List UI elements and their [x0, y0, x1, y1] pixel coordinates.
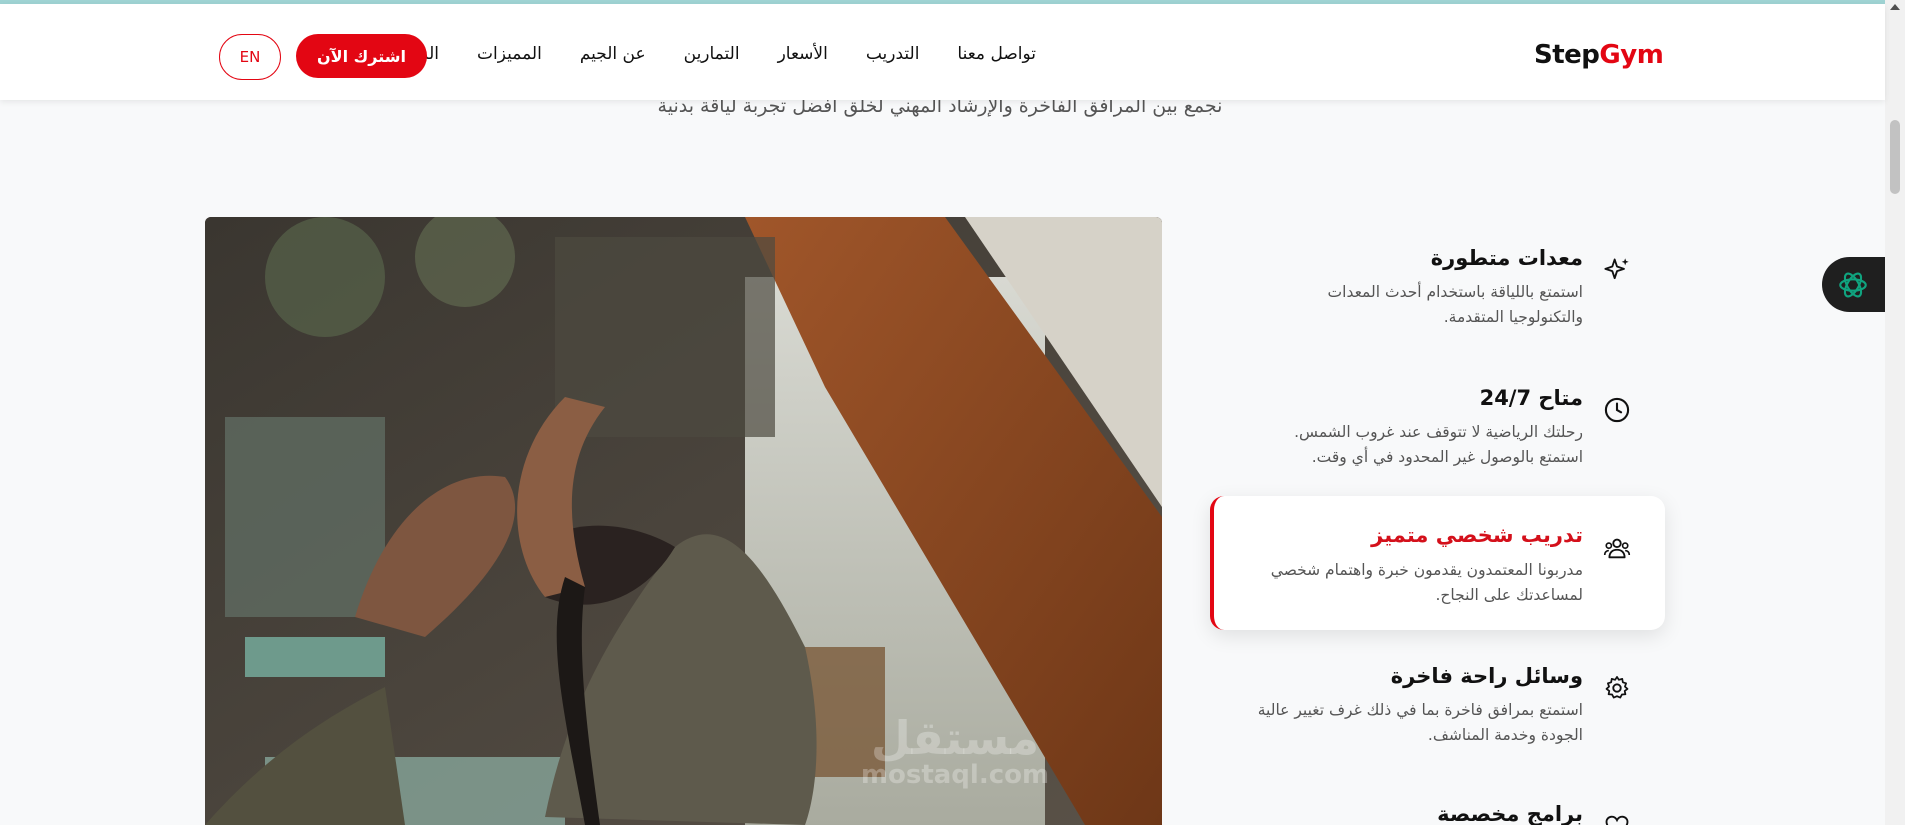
feature-desc: استمتع باللياقة باستخدام أحدث المعدات وا…	[1327, 283, 1583, 326]
feature-title: وسائل راحة فاخرة	[1390, 664, 1583, 688]
feature-item-custom-programs[interactable]: برامج مخصصة	[1210, 790, 1665, 825]
feature-desc: مدربونا المعتمدون يقدمون خبرة واهتمام شخ…	[1270, 561, 1583, 604]
nav-item-training[interactable]: التدريب	[866, 44, 920, 64]
site-header: StepGym الرئيسية المميزات عن الجيم التما…	[0, 4, 1885, 100]
page-scrollbar[interactable]	[1885, 0, 1905, 825]
chat-assistant-button[interactable]	[1822, 257, 1885, 312]
feature-title: متاح 24/7	[1479, 386, 1583, 410]
main-nav: الرئيسية المميزات عن الجيم التمارين الأس…	[380, 44, 1036, 64]
feature-item-24-7[interactable]: متاح 24/7 رحلتك الرياضية لا تتوقف عند غر…	[1210, 370, 1665, 480]
feature-item-personal-training[interactable]: تدريب شخصي متميز مدربونا المعتمدون يقدمو…	[1210, 496, 1665, 630]
feature-title: تدريب شخصي متميز	[1371, 523, 1583, 547]
users-icon	[1603, 538, 1631, 559]
scrollbar-thumb[interactable]	[1890, 120, 1900, 194]
openai-icon	[1839, 272, 1867, 297]
watermark-lat: mostaql.com	[860, 760, 1050, 790]
heart-icon	[1605, 815, 1629, 825]
feature-title: معدات متطورة	[1430, 246, 1583, 270]
gear-icon	[1605, 676, 1629, 699]
nav-item-exercises[interactable]: التمارين	[684, 44, 740, 64]
mostaql-watermark: مستقل mostaql.com	[845, 715, 1065, 790]
logo-gym-text: Gym	[1599, 40, 1664, 70]
logo[interactable]: StepGym	[1534, 40, 1664, 70]
feature-desc: استمتع بمرافق فاخرة بما في ذلك غرف تغيير…	[1257, 701, 1583, 744]
scroll-up-arrow-icon[interactable]	[1890, 4, 1900, 10]
feature-title: برامج مخصصة	[1437, 802, 1583, 825]
logo-step-text: Step	[1534, 40, 1600, 70]
nav-item-features[interactable]: المميزات	[477, 44, 542, 64]
nav-item-prices[interactable]: الأسعار	[778, 44, 828, 64]
sparkles-icon	[1604, 258, 1629, 280]
feature-item-equipment[interactable]: معدات متطورة استمتع باللياقة باستخدام أح…	[1210, 230, 1665, 340]
clock-icon	[1604, 397, 1630, 423]
nav-item-contact[interactable]: تواصل معنا	[957, 44, 1036, 64]
watermark-ar: مستقل	[870, 711, 1040, 765]
language-toggle-button[interactable]: EN	[219, 34, 281, 80]
feature-desc: رحلتك الرياضية لا تتوقف عند غروب الشمس. …	[1294, 423, 1583, 466]
subscribe-button[interactable]: اشترك الآن	[296, 34, 427, 78]
feature-item-amenities[interactable]: وسائل راحة فاخرة استمتع بمرافق فاخرة بما…	[1210, 648, 1665, 758]
nav-item-about[interactable]: عن الجيم	[580, 44, 646, 64]
